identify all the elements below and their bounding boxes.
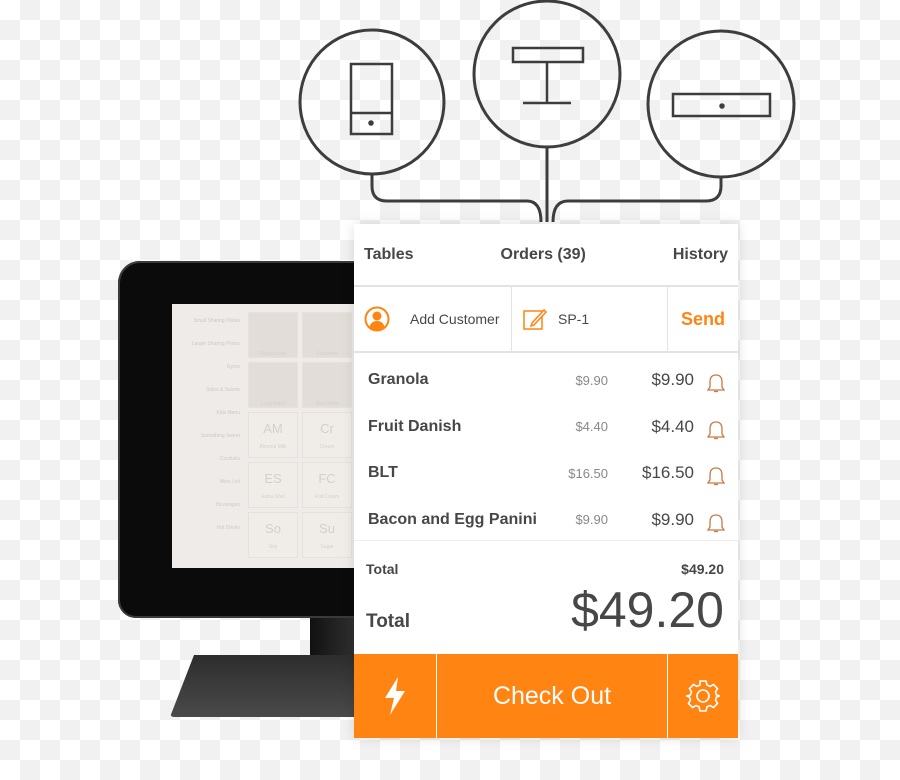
tile-abbr: Su xyxy=(319,521,335,536)
category-item[interactable]: Wine List xyxy=(172,479,240,502)
checkout-button[interactable]: Check Out xyxy=(437,654,668,738)
product-tile[interactable]: Cr Cream xyxy=(302,412,352,458)
total-label: Total xyxy=(366,611,410,632)
product-tile[interactable]: Cappuccino xyxy=(248,312,298,358)
order-toolbar: Add Customer SP-1 Send xyxy=(354,287,738,353)
product-tile[interactable]: Long Black xyxy=(248,362,298,408)
edit-icon xyxy=(523,308,548,330)
item-total: $9.90 xyxy=(651,509,694,529)
tile-abbr: Cr xyxy=(320,421,334,436)
item-name: Bacon and Egg Panini xyxy=(368,510,537,528)
category-item[interactable]: Gyros xyxy=(172,364,240,387)
product-tile[interactable]: AM Almond Milk xyxy=(248,412,298,458)
order-items: Granola $9.90 $9.90 Fruit Danish $4.40 $4.40 B… xyxy=(354,353,738,541)
monitor-stand-base xyxy=(170,655,370,717)
category-item[interactable]: Sides & Salads xyxy=(172,387,240,410)
tab-history[interactable]: History xyxy=(673,246,728,264)
settings-button[interactable] xyxy=(668,654,738,738)
product-tile[interactable]: Su Sugar xyxy=(302,512,352,558)
category-list: Small Sharing Plates Larger Sharing Plate… xyxy=(172,318,240,548)
category-item[interactable]: Larger Sharing Plates xyxy=(172,341,240,364)
tile-abbr: ES xyxy=(264,471,282,486)
lightning-icon xyxy=(385,677,405,715)
add-customer-button[interactable]: Add Customer xyxy=(354,287,512,351)
category-item[interactable]: Kids Menu xyxy=(172,410,240,433)
customer-avatar-icon xyxy=(364,306,390,332)
tile-abbr: So xyxy=(265,521,281,536)
tile-label: Macchiato xyxy=(315,401,339,407)
order-name-button[interactable]: SP-1 xyxy=(512,287,668,351)
item-total: $9.90 xyxy=(651,370,694,390)
tile-label: Sugar xyxy=(320,544,334,550)
subtotal-row: Total $49.20 xyxy=(354,541,738,577)
add-customer-label: Add Customer xyxy=(410,311,500,327)
item-unit-price: $16.50 xyxy=(568,465,608,481)
product-tiles: Cappuccino Espresso Long Black Macchiato AM A… xyxy=(248,312,352,558)
tile-abbr: AM xyxy=(263,421,283,436)
category-item[interactable]: Beverages xyxy=(172,502,240,525)
order-item[interactable]: Bacon and Egg Panini $9.90 $9.90 xyxy=(354,497,738,544)
tile-label: Long Black xyxy=(260,401,286,407)
tile-label: Soy xyxy=(268,544,278,550)
item-total: $16.50 xyxy=(642,463,694,483)
subtotal-label: Total xyxy=(366,561,399,577)
bell-icon[interactable] xyxy=(694,412,738,442)
tile-label: Full Cream xyxy=(314,494,340,500)
tab-tables[interactable]: Tables xyxy=(364,246,414,264)
item-unit-price: $9.90 xyxy=(575,372,608,388)
pos-monitor: Small Sharing Plates Larger Sharing Plate… xyxy=(118,261,378,618)
hardware-diagram xyxy=(298,0,796,223)
tile-label: Almond Milk xyxy=(259,444,287,450)
monitor-screen: Small Sharing Plates Larger Sharing Plate… xyxy=(172,304,372,568)
total-row: Total $49.20 xyxy=(354,577,738,635)
connector-line xyxy=(370,175,543,223)
tile-label: Extra Shot xyxy=(261,494,285,500)
terminal-circle xyxy=(298,28,446,176)
tile-label: Cream xyxy=(319,444,335,450)
tab-bar: Tables Orders (39) History xyxy=(354,224,738,287)
tile-label: Espresso xyxy=(316,351,338,357)
product-tile[interactable]: Macchiato xyxy=(302,362,352,408)
send-button[interactable]: Send xyxy=(668,287,738,351)
item-unit-price: $9.90 xyxy=(575,512,608,528)
product-tile[interactable]: So Soy xyxy=(248,512,298,558)
order-item[interactable]: Granola $9.90 $9.90 xyxy=(354,357,738,404)
tile-abbr: FC xyxy=(318,471,336,486)
tower-terminal-icon xyxy=(349,62,394,136)
category-item[interactable]: Hot Drinks xyxy=(172,525,240,548)
item-total: $4.40 xyxy=(651,416,694,436)
quick-pay-button[interactable] xyxy=(354,654,437,738)
gear-icon xyxy=(686,680,720,712)
tab-orders[interactable]: Orders (39) xyxy=(501,246,586,264)
total-value: $49.20 xyxy=(571,582,724,638)
order-panel: Tables Orders (39) History Add Customer … xyxy=(354,224,738,738)
item-unit-price: $4.40 xyxy=(575,419,608,435)
bell-icon[interactable] xyxy=(694,365,738,395)
bell-icon[interactable] xyxy=(694,505,738,535)
product-tile[interactable]: ES Extra Shot xyxy=(248,462,298,508)
cash-drawer-icon xyxy=(671,92,772,118)
order-item[interactable]: BLT $16.50 $16.50 xyxy=(354,450,738,497)
category-item[interactable]: Cocktails xyxy=(172,456,240,479)
subtotal-value: $49.20 xyxy=(681,561,724,577)
product-tile[interactable]: Espresso xyxy=(302,312,352,358)
order-name: SP-1 xyxy=(558,311,590,327)
bell-icon[interactable] xyxy=(694,458,738,488)
tile-label: Cappuccino xyxy=(259,351,287,357)
item-name: Fruit Danish xyxy=(368,417,462,435)
table-icon xyxy=(511,46,585,105)
category-item[interactable]: Something Sweet xyxy=(172,433,240,456)
connector-line xyxy=(551,177,723,223)
action-bar: Check Out xyxy=(354,654,738,738)
product-tile[interactable]: FC Full Cream xyxy=(302,462,352,508)
order-item[interactable]: Fruit Danish $4.40 $4.40 xyxy=(354,404,738,451)
item-name: BLT xyxy=(368,464,398,482)
category-item[interactable]: Small Sharing Plates xyxy=(172,318,240,341)
item-name: Granola xyxy=(368,371,429,389)
